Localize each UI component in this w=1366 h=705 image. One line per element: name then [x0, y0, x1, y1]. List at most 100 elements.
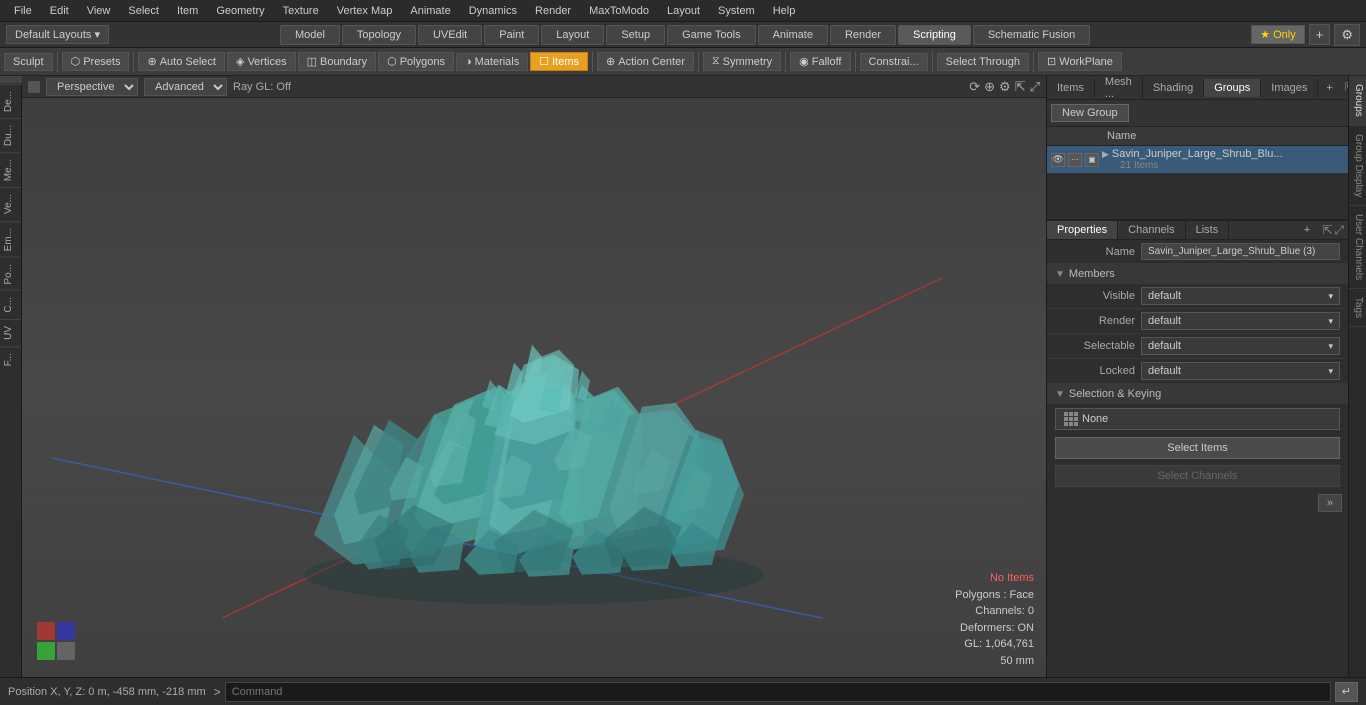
tab-setup[interactable]: Setup: [606, 25, 665, 45]
stat-measure: 50 mm: [955, 653, 1034, 670]
boundary-btn[interactable]: ◫ Boundary: [298, 52, 377, 71]
prop-tab-add[interactable]: +: [1296, 221, 1318, 239]
menu-vertexmap[interactable]: Vertex Map: [329, 3, 401, 19]
prop-expand-btn2[interactable]: ⤢: [1334, 223, 1344, 238]
vtab-groups[interactable]: Groups: [1349, 76, 1366, 126]
polygons-btn[interactable]: ⬡ Polygons: [378, 52, 454, 71]
menu-view[interactable]: View: [79, 3, 119, 19]
command-input[interactable]: [225, 682, 1331, 702]
select-channels-button[interactable]: Select Channels: [1055, 465, 1340, 487]
sidebar-item-em[interactable]: Em...: [0, 221, 21, 257]
materials-btn[interactable]: ◑ Materials: [456, 53, 528, 71]
constraints-btn[interactable]: Constrai...: [860, 53, 928, 71]
prop-tab-properties[interactable]: Properties: [1047, 221, 1118, 239]
selectable-dropdown[interactable]: default ▾: [1141, 337, 1340, 355]
item-visibility-toggle[interactable]: 👁: [1051, 153, 1065, 167]
panel-tab-images[interactable]: Images: [1261, 79, 1318, 97]
none-button[interactable]: None: [1055, 408, 1340, 430]
tab-gametools[interactable]: Game Tools: [667, 25, 756, 45]
sidebar-item-ve[interactable]: Ve...: [0, 187, 21, 220]
name-input[interactable]: [1141, 243, 1340, 260]
sidebar-item-c[interactable]: C...: [0, 290, 21, 319]
menu-dynamics[interactable]: Dynamics: [461, 3, 525, 19]
menu-edit[interactable]: Edit: [42, 3, 77, 19]
viewport-icon1[interactable]: ⟳: [969, 79, 980, 95]
star-badge[interactable]: ★ Only: [1251, 25, 1305, 44]
prop-expand-btn1[interactable]: ⇱: [1322, 223, 1332, 237]
menu-animate[interactable]: Animate: [402, 3, 458, 19]
panel-tab-groups[interactable]: Groups: [1204, 79, 1261, 97]
autoselect-btn[interactable]: ⊕ Auto Select: [138, 52, 224, 71]
tab-animate[interactable]: Animate: [758, 25, 828, 45]
menu-help[interactable]: Help: [765, 3, 804, 19]
presets-btn[interactable]: ⬡ Presets: [62, 52, 130, 71]
layout-dropdown[interactable]: Default Layouts ▾: [6, 25, 109, 44]
tab-render[interactable]: Render: [830, 25, 896, 45]
command-send-button[interactable]: ↵: [1335, 682, 1358, 702]
menu-maxtomodo[interactable]: MaxToModo: [581, 3, 657, 19]
menu-item[interactable]: Item: [169, 3, 206, 19]
more-button[interactable]: »: [1318, 494, 1342, 512]
panel-tab-mesh[interactable]: Mesh ...: [1095, 76, 1143, 103]
viewport-maximize[interactable]: ⤢: [1030, 79, 1040, 95]
menu-geometry[interactable]: Geometry: [208, 3, 272, 19]
sculpt-btn[interactable]: Sculpt: [4, 53, 53, 71]
vertices-btn[interactable]: ◈ Vertices: [227, 52, 296, 71]
menu-texture[interactable]: Texture: [275, 3, 327, 19]
tab-uvedit[interactable]: UVEdit: [418, 25, 482, 45]
vtab-tags[interactable]: Tags: [1349, 289, 1366, 327]
item-lock-toggle[interactable]: ▣: [1085, 153, 1099, 167]
viewport-icon3[interactable]: ⚙: [999, 79, 1011, 95]
item-row-shrub[interactable]: 👁 ⋯ ▣ ▶ Savin_Juniper_Large_Shrub_Blu...…: [1047, 146, 1348, 173]
symmetry-btn[interactable]: ⧖ Symmetry: [703, 52, 781, 71]
item-render-toggle[interactable]: ⋯: [1068, 153, 1082, 167]
panel-tab-add[interactable]: +: [1318, 79, 1340, 97]
prop-tab-lists[interactable]: Lists: [1186, 221, 1230, 239]
viewport-icon2[interactable]: ⊕: [984, 79, 995, 95]
action-center-btn[interactable]: ⊕ Action Center: [597, 52, 694, 71]
viewport-icon4[interactable]: ⇱: [1015, 79, 1026, 95]
selection-keying-header[interactable]: ▼ Selection & Keying: [1047, 384, 1348, 404]
tab-topology[interactable]: Topology: [342, 25, 416, 45]
settings-btn[interactable]: ⚙: [1334, 24, 1360, 46]
add-layout-btn[interactable]: +: [1309, 24, 1331, 45]
menu-layout[interactable]: Layout: [659, 3, 708, 19]
sidebar-item-du[interactable]: Du...: [0, 118, 21, 152]
tab-paint[interactable]: Paint: [484, 25, 539, 45]
item-expand-arrow[interactable]: ▶: [1102, 149, 1109, 160]
selectthrough-btn[interactable]: Select Through: [937, 53, 1029, 71]
select-items-button[interactable]: Select Items: [1055, 437, 1340, 459]
tab-layout[interactable]: Layout: [541, 25, 604, 45]
visible-dropdown[interactable]: default ▾: [1141, 287, 1340, 305]
menu-render[interactable]: Render: [527, 3, 579, 19]
vtab-group-display[interactable]: Group Display: [1349, 126, 1366, 206]
viewport-mode-select[interactable]: Perspective: [46, 78, 138, 96]
menu-file[interactable]: File: [6, 3, 40, 19]
viewport-view-select[interactable]: Advanced: [144, 78, 227, 96]
workplane-btn[interactable]: ⊡ WorkPlane: [1038, 52, 1122, 71]
viewport-canvas[interactable]: No Items Polygons : Face Channels: 0 Def…: [22, 98, 1046, 677]
members-arrow: ▼: [1055, 269, 1065, 280]
sidebar-item-f[interactable]: F...: [0, 346, 21, 372]
panel-tab-items[interactable]: Items: [1047, 79, 1095, 97]
render-dropdown[interactable]: default ▾: [1141, 312, 1340, 330]
prop-tab-channels[interactable]: Channels: [1118, 221, 1185, 239]
members-header[interactable]: ▼ Members: [1047, 264, 1348, 284]
sidebar-item-po[interactable]: Po...: [0, 257, 21, 291]
viewport[interactable]: Perspective Advanced Ray GL: Off ⟳ ⊕ ⚙ ⇱…: [22, 76, 1046, 677]
falloff-btn[interactable]: ◉ Falloff: [790, 52, 850, 71]
new-group-button[interactable]: New Group: [1051, 104, 1129, 122]
sidebar-item-me[interactable]: Me...: [0, 152, 21, 187]
vtab-user-channels[interactable]: User Channels: [1349, 206, 1366, 289]
items-btn[interactable]: ☐ Items: [530, 52, 588, 71]
locked-dropdown[interactable]: default ▾: [1141, 362, 1340, 380]
viewport-menu-btn[interactable]: [28, 81, 40, 93]
tab-scripting[interactable]: Scripting: [898, 25, 971, 45]
sidebar-item-uv[interactable]: UV: [0, 319, 21, 346]
sidebar-item-de[interactable]: De...: [0, 84, 21, 118]
panel-tab-shading[interactable]: Shading: [1143, 79, 1204, 97]
tab-schematic[interactable]: Schematic Fusion: [973, 25, 1090, 45]
tab-model[interactable]: Model: [280, 25, 340, 45]
menu-system[interactable]: System: [710, 3, 763, 19]
menu-select[interactable]: Select: [120, 3, 167, 19]
